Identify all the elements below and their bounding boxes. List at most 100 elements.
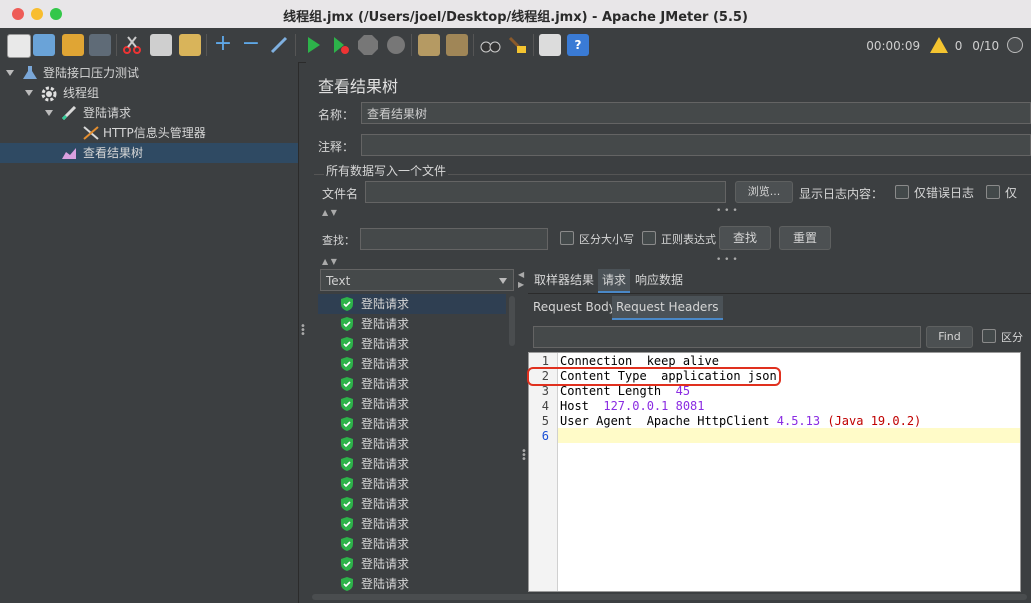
tab-response-data[interactable]: 响应数据 [631,269,687,291]
list-item[interactable]: 登陆请求 [318,434,506,454]
detail-search-input[interactable] [533,326,921,348]
errors-only-label: 仅错误日志 [914,186,975,200]
reset-search-icon[interactable] [506,34,528,56]
find-button[interactable]: 查找 [719,226,771,250]
chart-icon [61,146,77,160]
list-item[interactable]: 登陆请求 [318,474,506,494]
list-item[interactable]: 登陆请求 [318,334,506,354]
success-shield-icon [340,517,354,531]
tree-item-view-results-tree[interactable]: 查看结果树 [0,143,298,163]
success-shield-icon [340,417,354,431]
reset-button[interactable]: 重置 [779,226,831,250]
start-icon[interactable] [302,34,324,56]
comment-label: 注释： [318,140,355,154]
tree-item-thread-group[interactable]: 线程组 [0,83,298,103]
list-item[interactable]: 登陆请求 [318,354,506,374]
toggle-icon[interactable] [268,34,290,56]
copy-icon[interactable] [150,34,172,56]
code-line-4: Host 127.0.0.1 8081 [560,399,705,413]
open-folder-icon[interactable] [62,34,84,56]
success-only-checkbox[interactable] [986,185,1000,199]
success-shield-icon [340,457,354,471]
search-label: 查找： [322,234,355,247]
success-shield-icon [340,577,354,591]
panel-title: 查看结果树 [318,77,399,96]
headers-text-editor[interactable]: 1 2 3 4 5 6 Connection keep alive Conten… [528,352,1021,592]
horizontal-scrollbar[interactable] [312,594,1027,600]
list-item[interactable]: 登陆请求 [318,534,506,554]
splitter-handle[interactable]: • • • [300,322,306,340]
browse-button[interactable]: 浏览... [735,181,793,203]
function-helper-icon[interactable] [539,34,561,56]
tab-request[interactable]: 请求 [598,269,631,293]
wrench-icon [83,126,99,140]
file-group-label: 所有数据写入一个文件 [324,162,449,179]
regex-checkbox[interactable] [642,231,656,245]
success-only-label: 仅 [1005,186,1018,200]
collapse-arrows-icon[interactable]: ▲ ▼ [322,208,337,217]
annotation-highlight-box [527,367,781,386]
success-shield-icon [340,317,354,331]
help-icon[interactable]: ? [567,34,589,56]
list-item[interactable]: 登陆请求 [318,514,506,534]
list-item[interactable]: 登陆请求 [318,314,506,334]
new-icon[interactable] [7,34,31,58]
success-shield-icon [340,397,354,411]
start-no-pauses-icon[interactable] [329,34,351,56]
tree-item-test-plan[interactable]: 登陆接口压力测试 [0,63,298,83]
flask-icon [22,66,38,80]
thread-status-icon [1007,37,1023,53]
success-shield-icon [340,537,354,551]
errors-only-checkbox[interactable] [895,185,909,199]
tree-item-login-request[interactable]: 登陆请求 [0,103,298,123]
save-icon[interactable] [89,34,111,56]
stop-icon[interactable] [357,34,379,56]
tree-item-header-manager[interactable]: HTTP信息头管理器 [0,123,298,143]
clear-icon[interactable] [418,34,440,56]
list-item[interactable]: 登陆请求 [318,494,506,514]
expand-icon[interactable]: + [212,33,234,56]
code-line-5: User Agent Apache HttpClient 4.5.13 (Jav… [560,414,922,428]
splitter-dots-2-icon[interactable]: • • • [716,255,738,265]
result-list-scrollbar[interactable] [509,296,515,346]
clear-all-icon[interactable] [446,34,468,56]
splitter-dots-icon[interactable]: • • • [716,206,738,216]
comment-field[interactable] [361,134,1031,156]
list-item[interactable]: 登陆请求 [318,394,506,414]
detail-find-button[interactable]: Find [926,326,973,348]
search-icon[interactable] [479,34,501,56]
cut-icon[interactable] [121,34,143,56]
thread-count: 0/10 [972,39,1000,53]
tab-sampler-result[interactable]: 取样器结果 [530,269,598,291]
current-line-highlight [558,428,1020,443]
collapse-icon[interactable]: − [240,33,262,56]
name-label: 名称： [318,108,355,122]
code-line-3: Content Length 45 [560,384,691,398]
list-item[interactable]: 登陆请求 [318,574,506,594]
list-item[interactable]: 登陆请求 [318,414,506,434]
success-shield-icon [340,497,354,511]
case-sensitive-checkbox[interactable] [560,231,574,245]
paste-icon[interactable] [179,34,201,56]
list-item[interactable]: 登陆请求 [318,374,506,394]
list-item[interactable]: 登陆请求 [318,294,506,314]
shutdown-icon[interactable] [385,34,407,56]
filename-field[interactable] [365,181,726,203]
list-item[interactable]: 登陆请求 [318,554,506,574]
detail-case-checkbox[interactable] [982,329,996,343]
renderer-select[interactable]: Text [320,269,514,291]
tab-request-body[interactable]: Request Body [529,296,620,318]
name-field[interactable]: 查看结果树 [361,102,1031,124]
splitter-handle-2[interactable]: • • • [521,447,527,465]
success-shield-icon [340,437,354,451]
split-arrows-icon[interactable]: ◀ ▶ [518,270,524,290]
filename-label: 文件名 [322,187,359,201]
test-plan-tree: 登陆接口压力测试 线程组 登陆请求 HTTP信息头管理器 查看结果树 [0,62,299,603]
collapse-arrows-2-icon[interactable]: ▲ ▼ [322,257,337,266]
templates-icon[interactable] [33,34,55,56]
search-input[interactable] [360,228,548,250]
list-item[interactable]: 登陆请求 [318,454,506,474]
renderer-selected: Text [326,274,351,288]
warning-icon[interactable] [929,37,948,53]
tab-request-headers[interactable]: Request Headers [612,296,723,320]
